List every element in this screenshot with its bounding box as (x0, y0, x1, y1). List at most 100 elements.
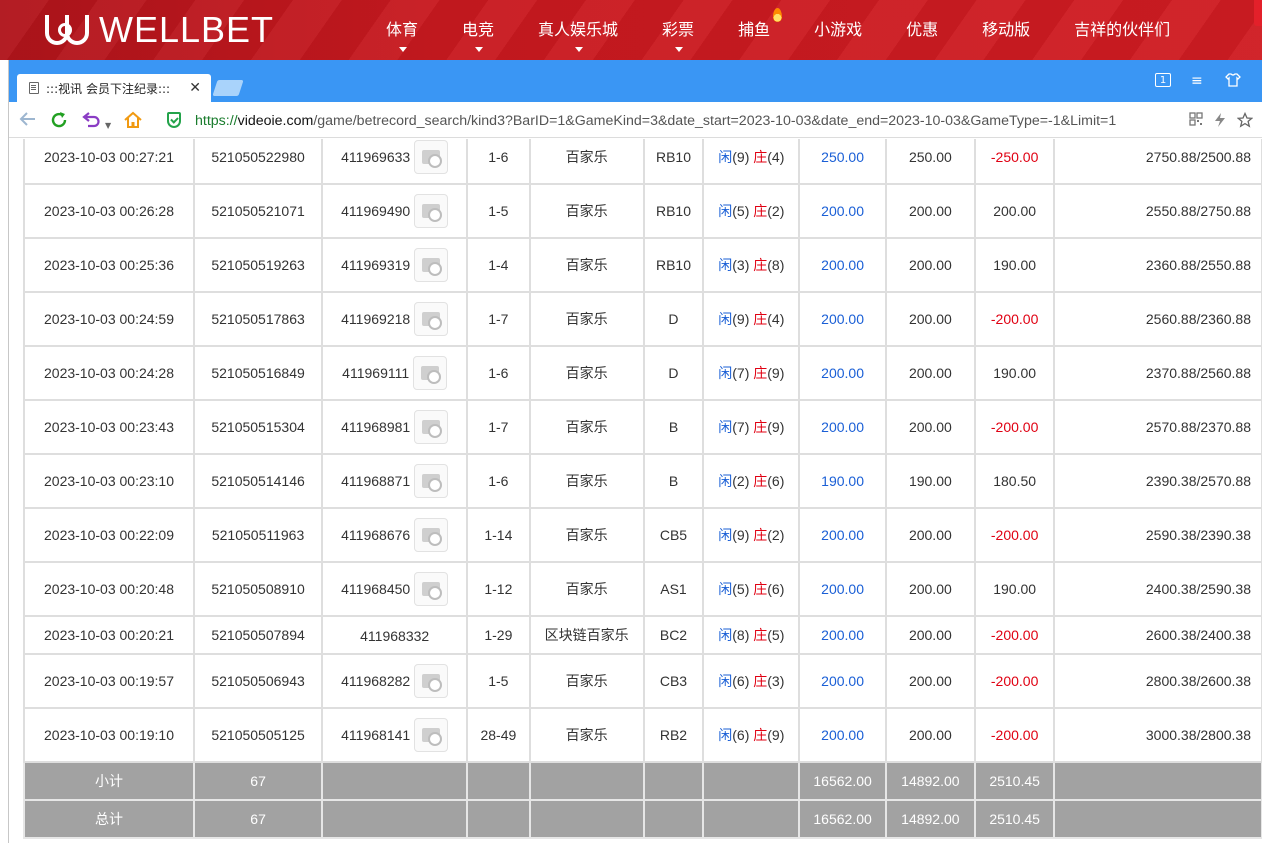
table-row: 2023-10-03 00:20:21 521050507894 411968332… (23, 615, 1262, 655)
video-replay-icon[interactable] (414, 718, 449, 752)
win-loss: -200.00 (973, 291, 1056, 347)
nav-item[interactable]: 吉祥的伙伴们 (1060, 0, 1184, 60)
nav-item[interactable]: 体育 (372, 0, 432, 60)
game-number: 411969633 (341, 149, 411, 165)
round-number: 1-5 (466, 183, 531, 239)
round-number: 1-4 (466, 237, 531, 293)
site-logo[interactable]: WELLBET (45, 12, 274, 48)
back-icon[interactable] (19, 110, 37, 133)
card-result: 闲(2) 庄(6) (702, 453, 801, 509)
table-code: CB5 (642, 507, 705, 563)
video-replay-icon[interactable] (414, 410, 449, 444)
tab-title: :::视讯 会员下注纪录::: (46, 81, 171, 96)
bet-time: 2023-10-03 00:25:36 (23, 237, 195, 293)
active-tab[interactable]: :::视讯 会员下注纪录::: ✕ (17, 74, 211, 102)
skin-icon[interactable] (1225, 72, 1241, 90)
card-result: 闲(5) 庄(2) (702, 183, 801, 239)
undo-dropdown-icon[interactable]: ▼ (105, 116, 111, 136)
nav-item-label: 真人娱乐城 (538, 20, 619, 39)
video-replay-icon[interactable] (413, 356, 448, 390)
close-tab-icon[interactable]: ✕ (189, 80, 201, 96)
menu-icon[interactable]: ≡ (1191, 72, 1203, 90)
table-row: 2023-10-03 00:24:59 521050517863 411969218… (23, 291, 1262, 347)
star-icon[interactable] (1236, 111, 1254, 132)
game-number: 411969490 (341, 203, 411, 219)
game-number: 411968141 (341, 727, 411, 743)
bet-number: 521050519263 (192, 237, 324, 293)
game-type: 区块链百家乐 (528, 615, 645, 655)
table-code: RB10 (642, 183, 705, 239)
game-number-cell: 411969218 (321, 291, 469, 347)
table-row: 2023-10-03 00:25:36 521050519263 411969319… (23, 237, 1262, 293)
game-type: 百家乐 (528, 653, 645, 709)
video-replay-icon[interactable] (414, 518, 449, 552)
game-number-cell: 411968981 (321, 399, 469, 455)
banker-points: 2 (771, 203, 780, 219)
game-type: 百家乐 (528, 183, 645, 239)
bet-number: 521050507894 (192, 615, 324, 655)
player-label: 闲 (718, 203, 733, 219)
player-points: 5 (736, 203, 745, 219)
bet-number: 521050521071 (192, 183, 324, 239)
valid-amount: 200.00 (884, 561, 976, 617)
corner-tab[interactable] (1254, 0, 1262, 26)
banker-label: 庄 (753, 581, 768, 597)
game-number: 411968282 (341, 673, 411, 689)
win-loss: 190.00 (973, 345, 1056, 401)
bolt-icon[interactable] (1213, 112, 1227, 132)
nav-item[interactable]: 电竞 (448, 0, 508, 60)
player-points: 9 (736, 311, 745, 327)
url-field[interactable]: https://videoie.com/game/betrecord_searc… (195, 111, 1185, 131)
win-loss: -200.00 (973, 615, 1056, 655)
new-tab-button[interactable] (212, 80, 244, 96)
game-number-cell: 411969319 (321, 237, 469, 293)
table-row: 2023-10-03 00:23:10 521050514146 411968871… (23, 453, 1262, 509)
subtotal-bet: 16562.00 (798, 761, 887, 801)
win-loss: -200.00 (973, 707, 1056, 763)
bet-record-table: 2023-10-03 00:27:21 521050522980 411969633… (23, 139, 1262, 839)
table-row: 2023-10-03 00:20:48 521050508910 411968450… (23, 561, 1262, 617)
table-code: AS1 (642, 561, 705, 617)
reload-icon[interactable] (49, 110, 69, 135)
nav-item[interactable]: 小游戏 (800, 0, 876, 60)
logo-text: WELLBET (99, 9, 275, 50)
video-replay-icon[interactable] (414, 464, 449, 498)
card-result: 闲(6) 庄(9) (702, 707, 801, 763)
game-number: 411969218 (341, 311, 411, 327)
banker-label: 庄 (753, 311, 768, 327)
nav-item[interactable]: 彩票 (648, 0, 708, 60)
qr-code-icon[interactable] (1189, 112, 1203, 130)
video-replay-icon[interactable] (414, 248, 449, 282)
nav-item[interactable]: 真人娱乐城 (524, 0, 632, 60)
table-code: BC2 (642, 615, 705, 655)
video-replay-icon[interactable] (414, 140, 449, 174)
game-number: 411969319 (341, 257, 411, 273)
video-replay-icon[interactable] (414, 572, 449, 606)
window-count-icon[interactable]: 1 (1155, 73, 1171, 87)
game-type: 百家乐 (528, 291, 645, 347)
nav-item[interactable]: 优惠 (892, 0, 952, 60)
table-code: RB10 (642, 237, 705, 293)
banker-label: 庄 (753, 527, 768, 543)
home-icon[interactable] (123, 110, 143, 135)
table-row: 2023-10-03 00:23:43 521050515304 411968981… (23, 399, 1262, 455)
undo-icon[interactable] (81, 110, 101, 135)
nav-item[interactable]: 捕鱼 (724, 0, 784, 60)
game-number: 411968450 (341, 581, 411, 597)
total-valid: 14892.00 (884, 799, 976, 839)
security-shield-icon[interactable] (167, 112, 181, 128)
nav-item[interactable]: 移动版 (968, 0, 1044, 60)
nav-item-label: 吉祥的伙伴们 (1074, 20, 1171, 39)
table-row: 2023-10-03 00:19:10 521050505125 411968141… (23, 707, 1262, 763)
card-result: 闲(7) 庄(9) (702, 399, 801, 455)
card-result: 闲(9) 庄(4) (702, 291, 801, 347)
table-code: B (642, 399, 705, 455)
video-replay-icon[interactable] (414, 302, 449, 336)
banker-label: 庄 (753, 203, 768, 219)
player-label: 闲 (718, 149, 733, 165)
banker-label: 庄 (753, 365, 768, 381)
video-replay-icon[interactable] (414, 664, 449, 698)
valid-amount: 200.00 (884, 399, 976, 455)
video-replay-icon[interactable] (414, 194, 449, 228)
page-content: 2023-10-03 00:27:21 521050522980 411969633… (9, 139, 1262, 843)
